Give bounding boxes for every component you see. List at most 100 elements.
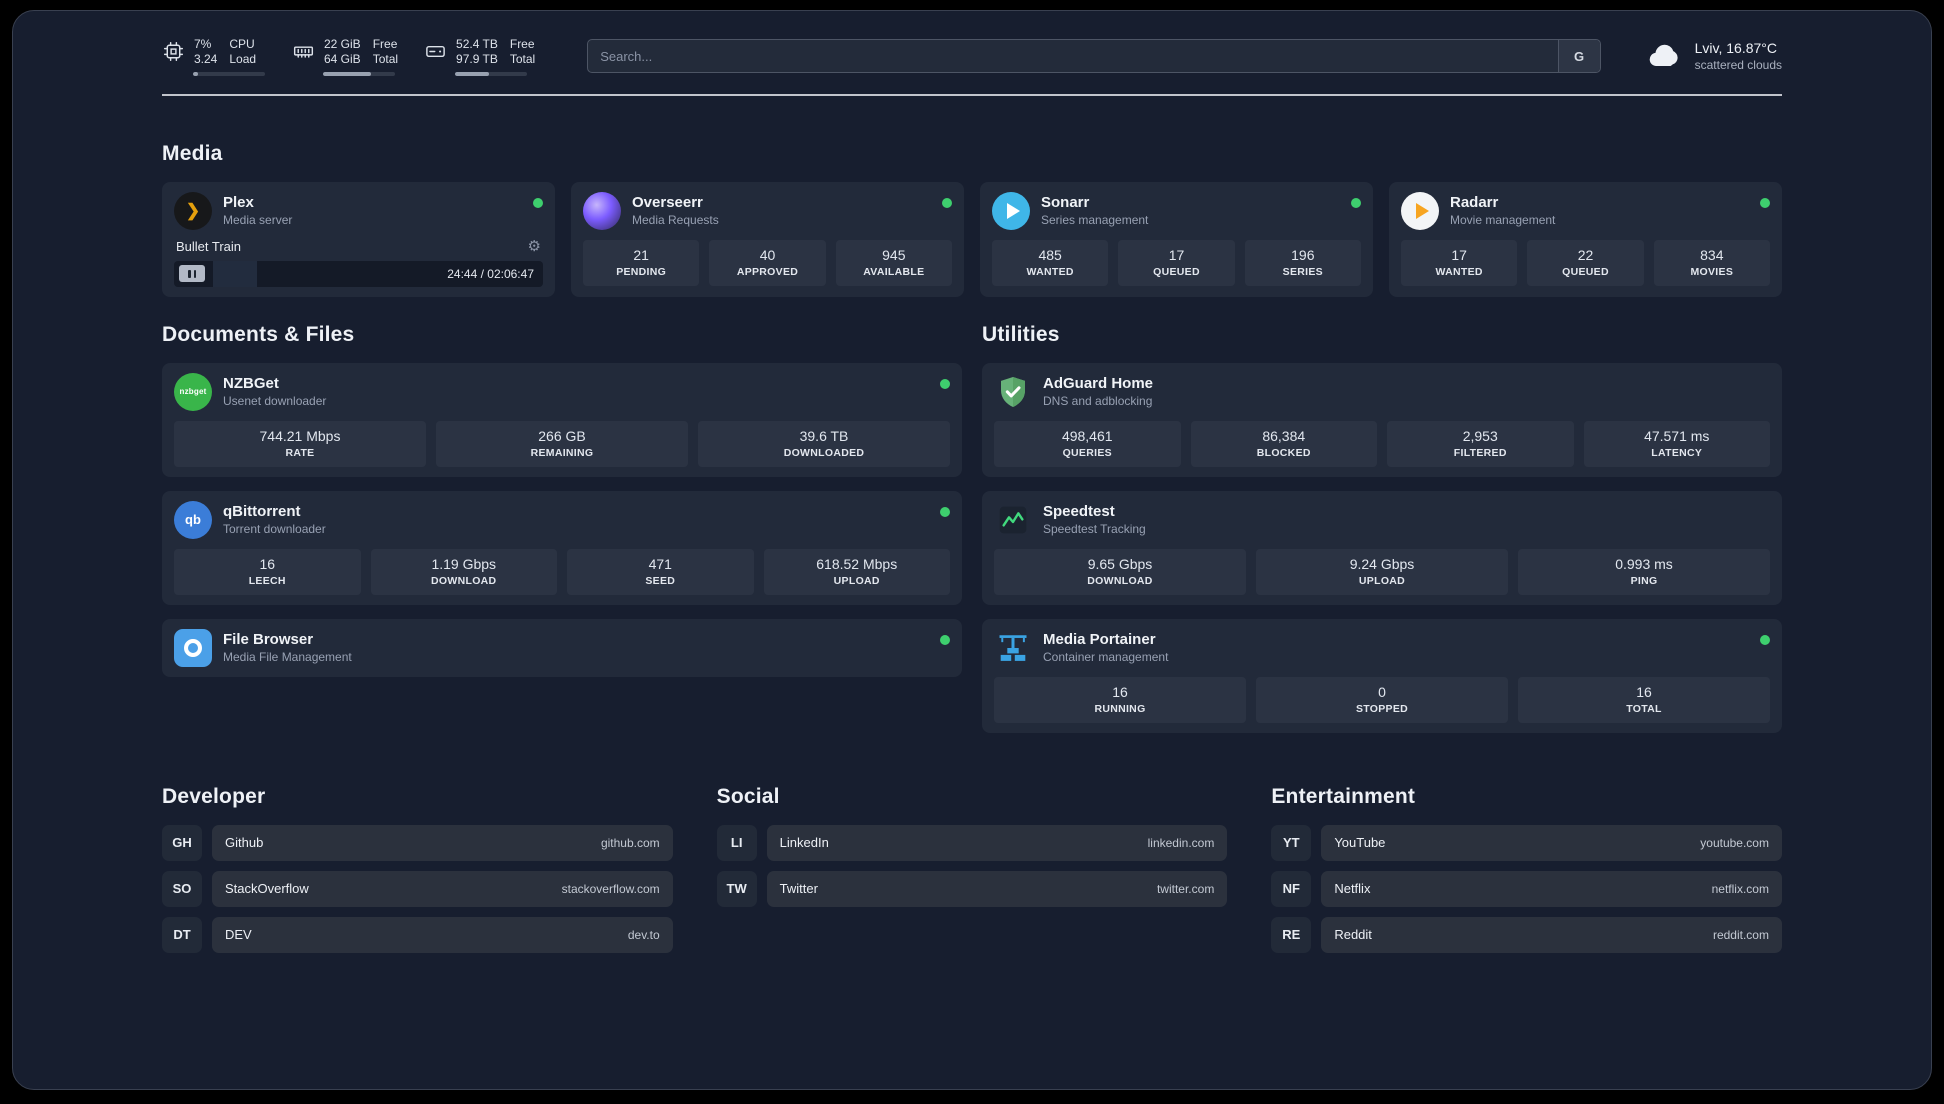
stat-value: 471: [648, 555, 672, 572]
playback-progress-bar[interactable]: 24:44 / 02:06:47: [174, 260, 543, 287]
developer-links: Developer GH Github github.com SO StackO…: [162, 785, 673, 953]
stat-value: 744.21 Mbps: [259, 427, 341, 444]
app-card-nzbget[interactable]: nzbget NZBGet Usenet downloader 744.21 M…: [162, 362, 962, 477]
memory-progress-bar: [323, 71, 395, 76]
stat-value: 2,953: [1462, 427, 1498, 444]
stat-value: 266 GB: [538, 427, 586, 444]
app-name: NZBGet: [223, 375, 279, 393]
stat-value: 22: [1577, 246, 1594, 263]
adguard-shield-icon: [994, 373, 1032, 411]
stat-label: MOVIES: [1690, 265, 1734, 278]
link-reddit[interactable]: Reddit reddit.com: [1321, 916, 1782, 953]
disk-meter: 52.4 TB 97.9 TB Free Total: [424, 37, 535, 76]
status-dot-online: [1760, 197, 1770, 208]
entertainment-links: Entertainment YT YouTube youtube.com NF …: [1271, 785, 1782, 953]
app-card-qbittorrent[interactable]: qb qBittorrent Torrent downloader 16 LEE…: [162, 490, 962, 605]
search-engine-button[interactable]: G: [1557, 40, 1600, 73]
stat-tile: 16 TOTAL: [1518, 676, 1770, 723]
app-desc: DNS and adblocking: [1043, 394, 1153, 409]
section-title-entertainment: Entertainment: [1271, 784, 1416, 808]
link-url: dev.to: [627, 927, 660, 942]
cpu-load: 3.24: [194, 52, 218, 67]
search-bar[interactable]: G: [587, 39, 1601, 74]
link-row: YT YouTube youtube.com: [1271, 824, 1782, 861]
weather-location: Lviv, 16.87°C: [1694, 40, 1777, 57]
gear-icon[interactable]: ⚙: [528, 239, 541, 254]
disk-progress-bar: [455, 71, 528, 76]
stat-label: FILTERED: [1453, 446, 1507, 459]
disk-free: 52.4 TB: [456, 37, 498, 51]
stat-value: 17: [1168, 246, 1185, 263]
cpu-label: CPU: [229, 37, 255, 51]
app-card-radarr[interactable]: Radarr Movie management 17 WANTED 22 QUE…: [1389, 181, 1782, 297]
dashboard: 7% 3.24 CPU Load 22 GiB 64 GiB Free Tota…: [12, 10, 1932, 1090]
app-card-filebrowser[interactable]: File Browser Media File Management: [162, 618, 962, 677]
stat-value: 498,461: [1061, 427, 1113, 444]
stat-label: UPLOAD: [833, 574, 880, 587]
app-desc: Torrent downloader: [223, 522, 326, 537]
stat-label: TOTAL: [1626, 702, 1662, 715]
search-input[interactable]: [588, 40, 1558, 73]
link-abbr-github[interactable]: GH: [162, 824, 202, 861]
link-twitter[interactable]: Twitter twitter.com: [766, 870, 1228, 907]
link-abbr-dev[interactable]: DT: [162, 916, 202, 953]
link-name: YouTube: [1334, 835, 1386, 851]
stat-value: 1.19 Gbps: [431, 555, 497, 572]
stat-label: LATENCY: [1651, 446, 1703, 459]
app-name: Media Portainer: [1043, 631, 1156, 649]
stat-value: 9.24 Gbps: [1349, 555, 1415, 572]
stat-label: RUNNING: [1094, 702, 1146, 715]
radarr-icon: [1401, 191, 1439, 230]
nzbget-icon: nzbget: [174, 372, 212, 411]
portainer-crane-icon: [994, 629, 1032, 667]
stat-tile: 47.571 ms LATENCY: [1583, 420, 1770, 467]
stat-label: SEED: [645, 574, 676, 587]
stat-value: 86,384: [1262, 427, 1306, 444]
stat-label: LEECH: [248, 574, 286, 587]
stat-tile: 0.993 ms PING: [1518, 548, 1770, 595]
link-linkedin[interactable]: LinkedIn linkedin.com: [766, 824, 1228, 861]
top-bar: 7% 3.24 CPU Load 22 GiB 64 GiB Free Tota…: [162, 11, 1782, 76]
link-abbr-reddit[interactable]: RE: [1271, 916, 1312, 953]
link-dev[interactable]: DEV dev.to: [212, 916, 673, 953]
link-abbr-linkedin[interactable]: LI: [716, 824, 757, 861]
link-url: twitter.com: [1156, 881, 1215, 896]
app-name: Plex: [223, 194, 254, 212]
app-card-sonarr[interactable]: Sonarr Series management 485 WANTED 17 Q…: [980, 181, 1373, 297]
stat-label: PENDING: [616, 265, 667, 278]
playback-track[interactable]: [213, 260, 439, 287]
app-name: File Browser: [223, 631, 314, 649]
stat-tile: 16 RUNNING: [994, 676, 1246, 723]
app-card-portainer[interactable]: Media Portainer Container management 16 …: [982, 618, 1782, 733]
link-youtube[interactable]: YouTube youtube.com: [1321, 824, 1782, 861]
status-dot-online: [940, 378, 950, 389]
memory-free: 22 GiB: [324, 37, 361, 51]
link-netflix[interactable]: Netflix netflix.com: [1321, 870, 1782, 907]
pause-button[interactable]: [179, 265, 205, 283]
documents-column: Documents & Files nzbget NZBGet Usenet d…: [162, 323, 962, 733]
link-name: Github: [225, 835, 264, 851]
stat-label: PING: [1630, 574, 1658, 587]
stat-label: STOPPED: [1355, 702, 1409, 715]
stat-tile: 196 SERIES: [1244, 239, 1361, 286]
section-title-media: Media: [162, 141, 223, 165]
plex-icon: ❯: [174, 191, 212, 230]
app-desc: Movie management: [1450, 213, 1556, 228]
link-abbr-netflix[interactable]: NF: [1271, 870, 1312, 907]
app-card-plex[interactable]: ❯ Plex Media server Bullet Train ⚙ 24:44…: [162, 181, 555, 297]
screen-frame: 7% 3.24 CPU Load 22 GiB 64 GiB Free Tota…: [0, 0, 1944, 1104]
app-card-speedtest[interactable]: Speedtest Speedtest Tracking 9.65 Gbps D…: [982, 490, 1782, 605]
link-abbr-stackoverflow[interactable]: SO: [162, 870, 202, 907]
stat-tile: 9.65 Gbps DOWNLOAD: [994, 548, 1246, 595]
stat-value: 0: [1378, 683, 1386, 700]
link-github[interactable]: Github github.com: [212, 824, 673, 861]
link-abbr-youtube[interactable]: YT: [1271, 824, 1312, 861]
app-card-adguard[interactable]: AdGuard Home DNS and adblocking 498,461 …: [982, 362, 1782, 477]
stat-label: DOWNLOAD: [1087, 574, 1153, 587]
link-name: DEV: [225, 927, 252, 943]
link-stackoverflow[interactable]: StackOverflow stackoverflow.com: [212, 870, 673, 907]
link-url: stackoverflow.com: [561, 881, 660, 896]
app-card-overseerr[interactable]: Overseerr Media Requests 21 PENDING 40 A…: [571, 181, 964, 297]
link-abbr-twitter[interactable]: TW: [716, 870, 757, 907]
stat-value: 47.571 ms: [1644, 427, 1710, 444]
